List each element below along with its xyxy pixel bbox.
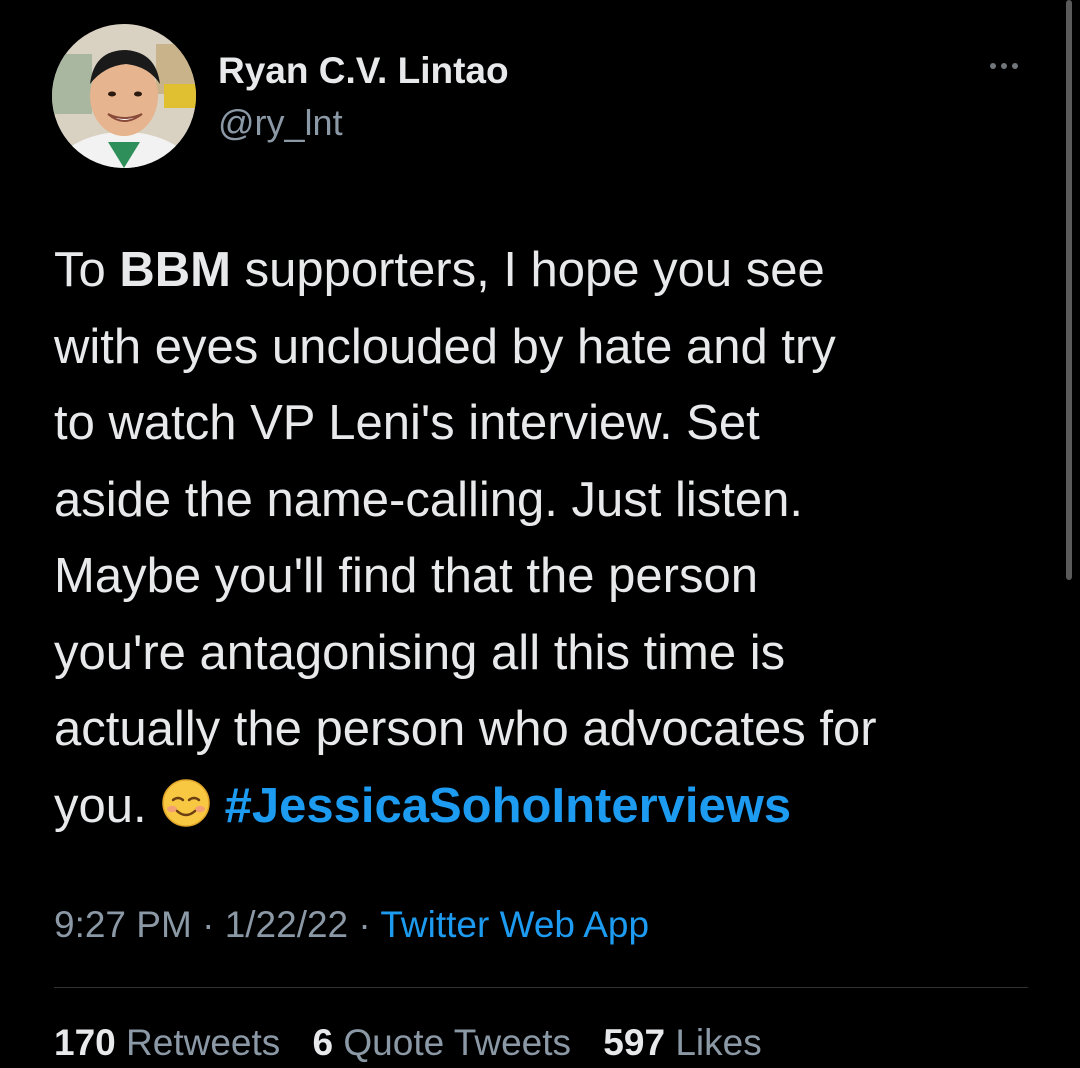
more-dot-icon — [1012, 63, 1018, 69]
divider — [54, 987, 1028, 988]
avatar[interactable] — [52, 24, 196, 168]
more-options-button[interactable] — [978, 52, 1030, 80]
tweet-meta: 9:27 PM · 1/22/22 · Twitter Web App — [54, 904, 649, 946]
meta-separator: · — [191, 904, 225, 945]
tweet-text-segment: supporters, I hope you see — [230, 243, 825, 297]
tweet-line: you're antagonising all this time is — [54, 625, 786, 680]
tweet-source-link[interactable]: Twitter Web App — [380, 904, 649, 945]
tweet-line: To BBM supporters, I hope you see — [54, 232, 1044, 309]
smiling-face-icon — [161, 778, 210, 827]
tweet-date[interactable]: 1/22/22 — [225, 904, 348, 945]
author-display-name[interactable]: Ryan C.V. Lintao — [218, 50, 509, 92]
author-handle[interactable]: @ry_lnt — [218, 102, 343, 144]
quote-tweets-label: Quote Tweets — [343, 1022, 572, 1063]
tweet-line: to watch VP Leni's interview. Set — [54, 396, 760, 450]
hashtag-link[interactable]: #JessicaSohoInterviews — [225, 779, 792, 833]
meta-separator: · — [348, 904, 381, 945]
likes-stat[interactable]: 597 Likes — [603, 1022, 761, 1063]
tweet-bold-text: BBM — [119, 243, 231, 297]
more-dot-icon — [1001, 63, 1007, 69]
likes-count: 597 — [603, 1022, 666, 1063]
retweets-count: 170 — [54, 1022, 116, 1063]
tweet-text-segment: To — [54, 243, 120, 297]
tweet-line: aside the name-calling. Just listen. — [54, 472, 803, 527]
engagement-stats: 170 Retweets 6 Quote Tweets 597 Likes — [54, 1022, 784, 1064]
tweet-time[interactable]: 9:27 PM — [54, 904, 192, 945]
tweet-line: with eyes unclouded by hate and try — [54, 319, 836, 374]
tweet-text-segment: you. — [54, 778, 147, 833]
tweet-line: actually the person who advocates for — [54, 702, 877, 756]
quote-tweets-stat[interactable]: 6 Quote Tweets — [313, 1022, 571, 1063]
retweets-label: Retweets — [126, 1022, 281, 1063]
scrollbar[interactable] — [1066, 0, 1072, 580]
retweets-stat[interactable]: 170 Retweets — [54, 1022, 280, 1063]
more-dot-icon — [990, 63, 996, 69]
tweet-line: Maybe you'll find that the person — [54, 549, 758, 603]
quote-tweets-count: 6 — [312, 1022, 334, 1063]
tweet-line: you. #JessicaSohoInterviews — [54, 768, 1044, 845]
profile-photo — [52, 24, 196, 168]
likes-label: Likes — [675, 1022, 762, 1063]
tweet-text: To BBM supporters, I hope you see with e… — [54, 232, 1044, 844]
